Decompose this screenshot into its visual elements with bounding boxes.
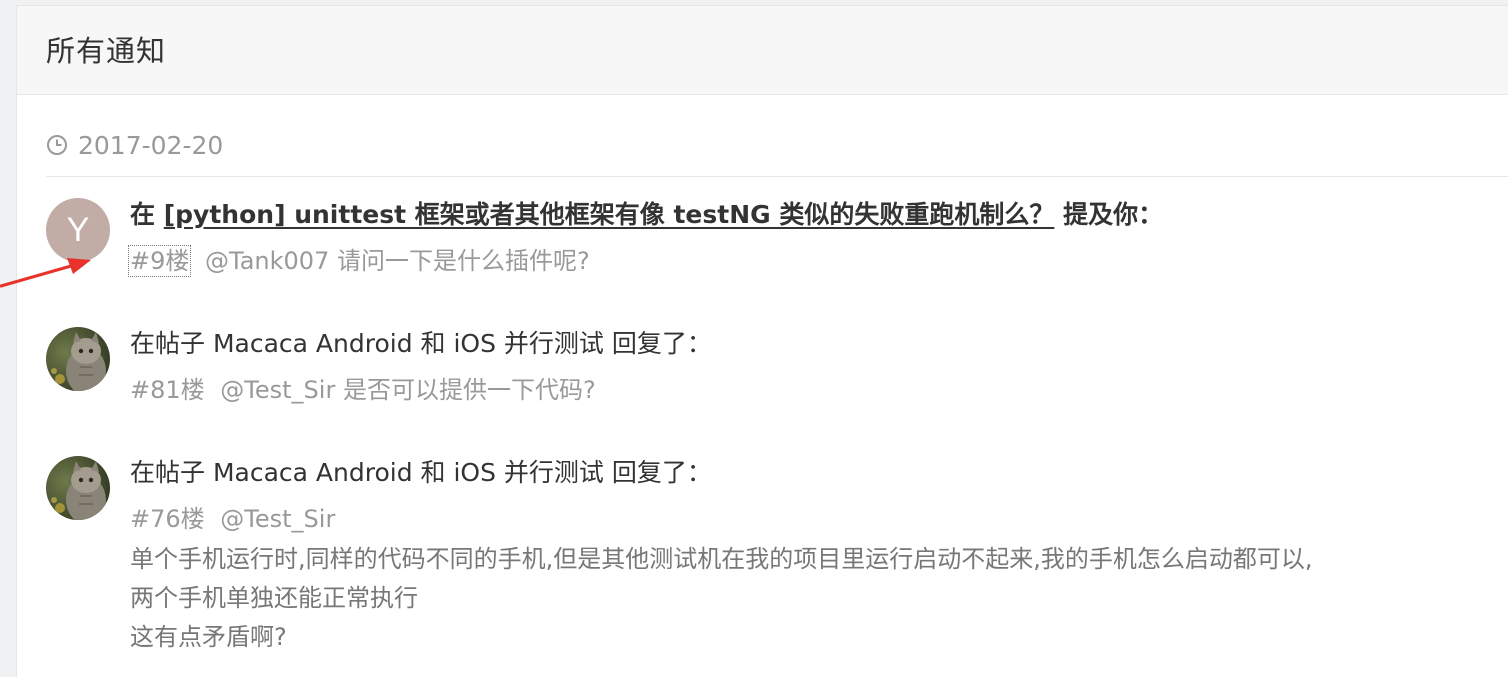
notification-meta: #9楼 @Tank007 请问一下是什么插件呢? — [127, 244, 1489, 278]
title-suffix: 回复了： — [611, 458, 712, 487]
avatar[interactable] — [46, 456, 110, 520]
title-prefix: 在 — [130, 200, 156, 229]
floor-link[interactable]: #9楼 — [127, 245, 192, 277]
notification-body: 在 [python] unittest 框架或者其他框架有像 testNG 类似… — [127, 198, 1489, 278]
notification-title: 在帖子 Macaca Android 和 iOS 并行测试 回复了： — [130, 456, 1489, 490]
date-group-header: 2017-02-20 — [46, 128, 223, 162]
notification-content: 请问一下是什么插件呢? — [336, 247, 590, 275]
title-suffix: 提及你： — [1063, 200, 1164, 229]
content-line: 这有点矛盾啊? — [130, 623, 287, 651]
notification-title: 在帖子 Macaca Android 和 iOS 并行测试 回复了： — [130, 327, 1489, 361]
panel-header: 所有通知 — [17, 6, 1508, 95]
content-line: 两个手机单独还能正常执行 — [130, 584, 418, 612]
date-label: 2017-02-20 — [78, 130, 224, 160]
notification-body: 在帖子 Macaca Android 和 iOS 并行测试 回复了： #76楼 … — [130, 456, 1489, 657]
notifications-panel: 所有通知 2017-02-20 Y 在 [python] unittest 框架… — [0, 5, 1508, 677]
notification-body: 在帖子 Macaca Android 和 iOS 并行测试 回复了： #81楼 … — [130, 327, 1489, 407]
notification-content: 是否可以提供一下代码? — [342, 376, 596, 404]
floor-link[interactable]: #81楼 — [130, 376, 205, 404]
notification-content: 单个手机运行时,同样的代码不同的手机,但是其他测试机在我的项目里运行启动不起来,… — [130, 540, 1489, 657]
notification-title: 在 [python] unittest 框架或者其他框架有像 testNG 类似… — [130, 198, 1489, 232]
red-arrow-annotation — [0, 258, 91, 288]
topic-link[interactable]: Macaca Android 和 iOS 并行测试 — [213, 458, 604, 487]
clock-icon — [47, 135, 67, 155]
mention[interactable]: @Test_Sir — [220, 505, 335, 533]
avatar[interactable] — [46, 327, 110, 391]
page-title: 所有通知 — [46, 34, 167, 68]
cat-avatar-image — [46, 327, 110, 391]
content-line: 单个手机运行时,同样的代码不同的手机,但是其他测试机在我的项目里运行启动不起来,… — [130, 545, 1313, 573]
notification-meta: #76楼 @Test_Sir — [130, 502, 1489, 536]
floor-link[interactable]: #76楼 — [130, 505, 205, 533]
topic-link[interactable]: Macaca Android 和 iOS 并行测试 — [213, 329, 604, 358]
title-prefix: 在帖子 — [130, 458, 206, 487]
avatar[interactable]: Y — [46, 198, 110, 262]
notification-meta: #81楼 @Test_Sir 是否可以提供一下代码? — [130, 373, 1489, 407]
mention[interactable]: @Tank007 — [205, 247, 329, 275]
title-suffix: 回复了： — [611, 329, 712, 358]
topic-link[interactable]: [python] unittest 框架或者其他框架有像 testNG 类似的失… — [164, 200, 1055, 229]
title-prefix: 在帖子 — [130, 329, 206, 358]
divider — [46, 176, 1508, 177]
avatar-letter: Y — [66, 210, 90, 249]
cat-avatar-image — [46, 456, 110, 520]
mention[interactable]: @Test_Sir — [220, 376, 335, 404]
